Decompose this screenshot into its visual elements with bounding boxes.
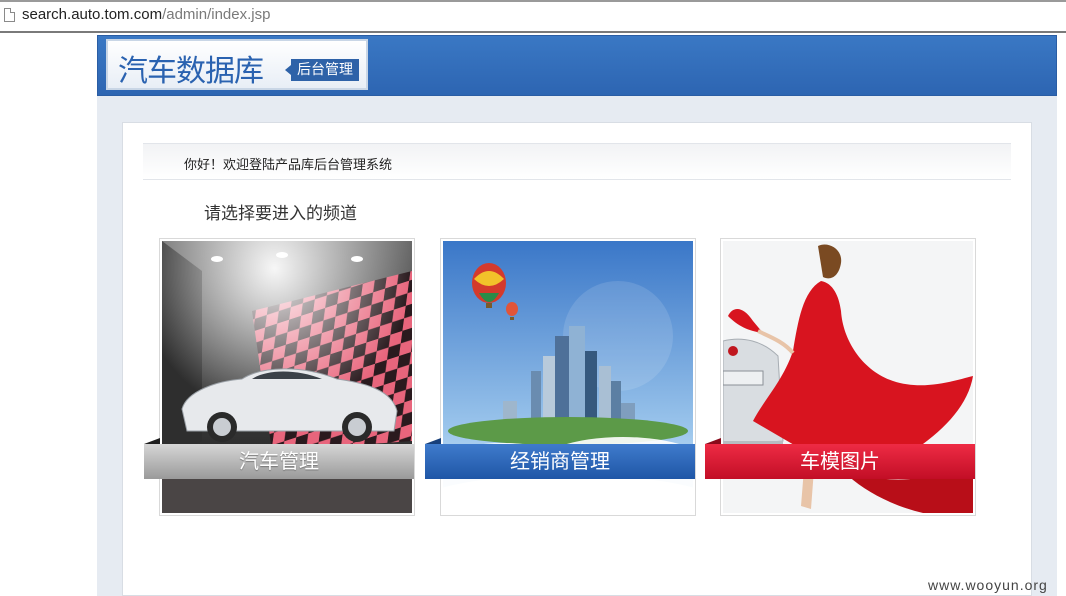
channel-car-model-pictures[interactable]: 车模图片 xyxy=(705,238,976,516)
site-header: 汽车数据库 后台管理 xyxy=(97,35,1057,96)
site-logo[interactable]: 汽车数据库 后台管理 xyxy=(106,39,368,90)
logo-title: 汽车数据库 xyxy=(118,54,264,89)
welcome-bar: 你好！欢迎登陆产品库后台管理系统 xyxy=(143,143,1011,180)
channel-label: 经销商管理 xyxy=(425,438,695,479)
channel-prompt: 请选择要进入的频道 xyxy=(204,204,357,224)
channel-dealer-management[interactable]: 经销商管理 xyxy=(425,238,696,516)
channel-label: 车模图片 xyxy=(705,438,975,479)
browser-address-bar[interactable]: search.auto.tom.com/admin/index.jsp xyxy=(0,0,1066,33)
channel-label: 汽车管理 xyxy=(144,438,414,479)
watermark: www.wooyun.org xyxy=(928,577,1048,593)
welcome-text: 你好！欢迎登陆产品库后台管理系统 xyxy=(184,158,393,173)
channel-car-management[interactable]: 汽车管理 xyxy=(144,238,415,516)
logo-tag: 后台管理 xyxy=(285,59,359,81)
